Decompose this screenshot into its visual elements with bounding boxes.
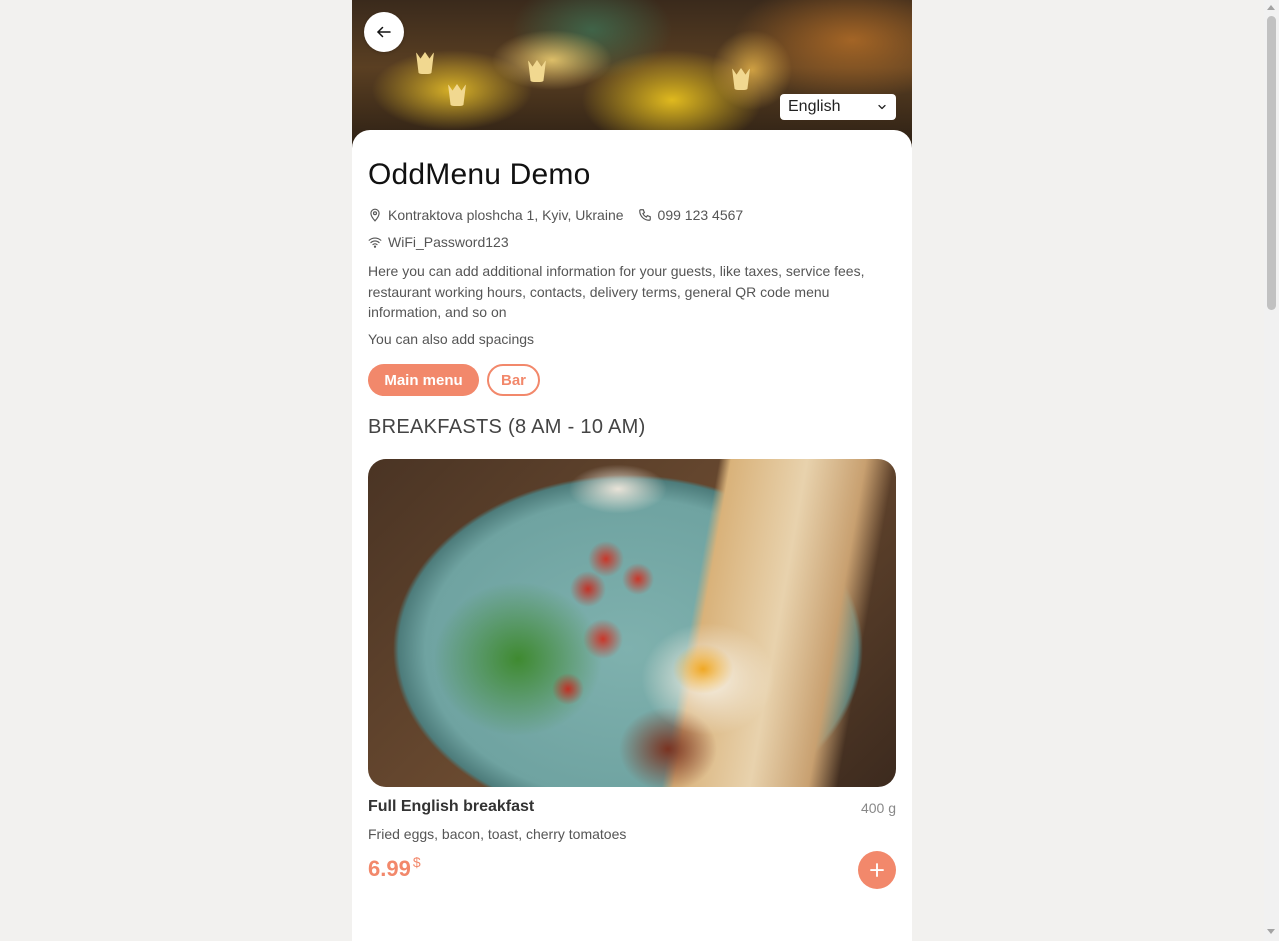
language-select[interactable]: English bbox=[780, 94, 896, 120]
back-button[interactable] bbox=[364, 12, 404, 52]
add-to-order-button[interactable] bbox=[858, 851, 896, 889]
dish-description: Fried eggs, bacon, toast, cherry tomatoe… bbox=[368, 826, 627, 842]
tab-bar[interactable]: Bar bbox=[487, 364, 540, 396]
menu-content: OddMenu Demo Kontraktova ploshcha 1, Kyi… bbox=[352, 130, 912, 941]
section-title: BREAKFASTS (8 AM - 10 AM) bbox=[368, 416, 646, 438]
scrollbar-thumb[interactable] bbox=[1267, 16, 1276, 310]
wifi-icon bbox=[368, 235, 382, 249]
restaurant-title: OddMenu Demo bbox=[368, 158, 591, 191]
dish-price: 6.99 $ bbox=[368, 854, 421, 882]
scroll-up-arrow-icon[interactable] bbox=[1267, 5, 1275, 10]
dish-image[interactable] bbox=[368, 459, 896, 787]
address-row: Kontraktova ploshcha 1, Kyiv, Ukraine 09… bbox=[368, 207, 743, 223]
restaurant-description: Here you can add additional information … bbox=[368, 263, 865, 320]
menu-page: English OddMenu Demo Kontraktova ploshch… bbox=[352, 0, 912, 941]
restaurant-extra-note: You can also add spacings bbox=[368, 331, 535, 347]
dish-name[interactable]: Full English breakfast bbox=[368, 798, 534, 816]
restaurant-cover-image bbox=[352, 0, 912, 150]
price-currency: $ bbox=[412, 854, 421, 870]
price-value: 6.99 bbox=[368, 856, 411, 881]
phone-icon bbox=[638, 208, 652, 222]
dish-weight: 400 g bbox=[860, 800, 896, 816]
plus-icon bbox=[870, 863, 884, 877]
phone-link[interactable]: 099 123 4567 bbox=[658, 207, 744, 223]
wifi-row: WiFi_Password123 bbox=[368, 234, 509, 250]
tab-main-menu[interactable]: Main menu bbox=[368, 364, 479, 396]
address-text: Kontraktova ploshcha 1, Kyiv, Ukraine bbox=[388, 207, 624, 223]
language-select-value: English bbox=[788, 98, 841, 115]
arrow-left-icon bbox=[377, 26, 391, 38]
scroll-down-arrow-icon[interactable] bbox=[1267, 929, 1275, 934]
wifi-password: WiFi_Password123 bbox=[388, 234, 509, 250]
chevron-down-icon bbox=[878, 104, 886, 110]
page-scrollbar[interactable] bbox=[1264, 0, 1279, 941]
location-pin-icon bbox=[368, 208, 382, 222]
